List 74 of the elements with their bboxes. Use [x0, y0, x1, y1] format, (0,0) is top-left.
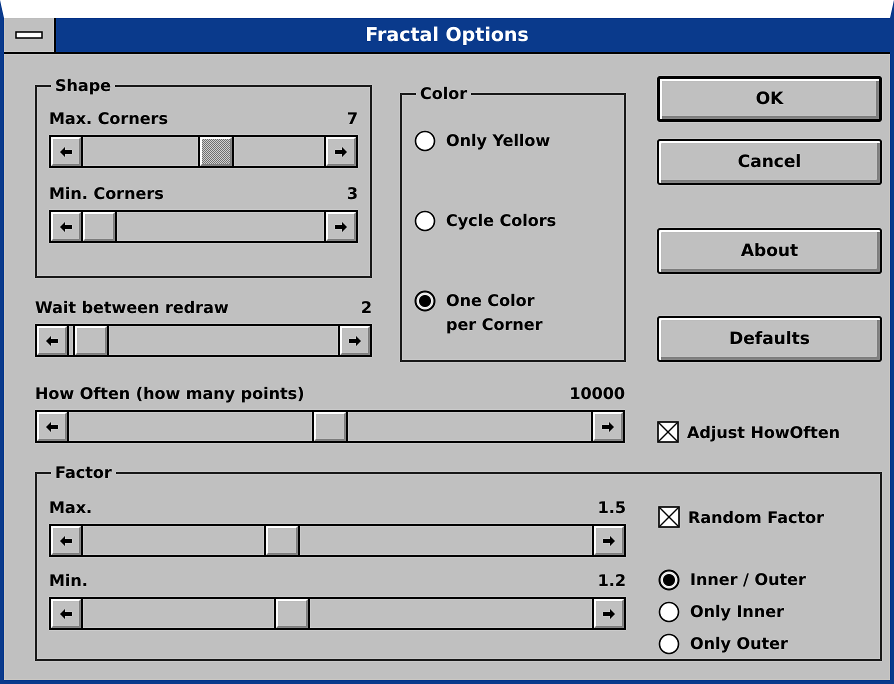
- push-button[interactable]: OK: [657, 76, 882, 122]
- slider-label: Min. Corners: [49, 184, 164, 202]
- slider-value: 7: [346, 108, 358, 128]
- slider-bar[interactable]: [35, 324, 372, 357]
- slider-bar[interactable]: [49, 135, 358, 168]
- radio-button[interactable]: [414, 210, 436, 232]
- checkbox[interactable]: [657, 421, 679, 443]
- slider-thumb[interactable]: [200, 137, 232, 166]
- increment-button[interactable]: [594, 599, 624, 628]
- radio-option[interactable]: Only Yellow: [414, 129, 612, 153]
- push-button[interactable]: Defaults: [657, 316, 882, 362]
- left-arrow-icon: [60, 608, 72, 618]
- slider-value: 2: [360, 298, 372, 316]
- decrement-button[interactable]: [51, 526, 81, 555]
- slider-value: 1.2: [598, 570, 626, 590]
- radio-button[interactable]: [414, 130, 436, 152]
- left-arrow-icon: [60, 146, 72, 156]
- checkbox-option[interactable]: Adjust HowOften: [657, 421, 840, 443]
- decrement-button[interactable]: [37, 412, 67, 441]
- slider-bar[interactable]: [49, 524, 626, 557]
- left-arrow-icon: [60, 536, 72, 546]
- right-arrow-icon: [335, 222, 347, 232]
- slider-value: 1.5: [598, 498, 626, 516]
- slider-thumb[interactable]: [276, 599, 308, 628]
- slider-bar[interactable]: [49, 597, 626, 630]
- slider-thumb[interactable]: [83, 212, 115, 241]
- increment-button[interactable]: [593, 412, 623, 441]
- decrement-button[interactable]: [51, 599, 81, 628]
- right-arrow-icon: [602, 422, 614, 432]
- left-arrow-icon: [46, 422, 58, 432]
- increment-button[interactable]: [326, 137, 356, 166]
- push-button[interactable]: About: [657, 228, 882, 274]
- slider-label: Max. Corners: [49, 108, 168, 128]
- slider-thumb[interactable]: [314, 412, 346, 441]
- radio-option[interactable]: Cycle Colors: [414, 209, 612, 233]
- checkbox[interactable]: [658, 506, 680, 528]
- decrement-button[interactable]: [51, 212, 81, 241]
- group-label: Color: [419, 84, 468, 103]
- left-arrow-icon: [46, 336, 58, 346]
- increment-button[interactable]: [326, 212, 356, 241]
- slider-label: Min.: [49, 570, 88, 590]
- slider-bar[interactable]: [35, 410, 625, 443]
- right-arrow-icon: [603, 536, 615, 546]
- right-arrow-icon: [335, 146, 347, 156]
- slider-value: 10000: [569, 384, 625, 402]
- right-arrow-icon: [349, 336, 361, 346]
- radio-option[interactable]: Only Inner: [658, 600, 824, 624]
- radio-option[interactable]: One Color per Corner: [414, 289, 612, 337]
- slider-label: Wait between redraw: [35, 298, 229, 316]
- slider-bar[interactable]: [49, 210, 358, 243]
- radio-button[interactable]: [658, 569, 680, 591]
- increment-button[interactable]: [594, 526, 624, 555]
- radio-button[interactable]: [658, 601, 680, 623]
- left-arrow-icon: [60, 222, 72, 232]
- checkbox-option[interactable]: Random Factor: [658, 506, 824, 528]
- group-label: Shape: [54, 76, 112, 95]
- slider-value: 3: [346, 184, 358, 202]
- radio-option[interactable]: Inner / Outer: [658, 568, 824, 592]
- radio-button[interactable]: [414, 290, 436, 312]
- slider-thumb[interactable]: [266, 526, 298, 555]
- decrement-button[interactable]: [37, 326, 67, 355]
- radio-button[interactable]: [658, 633, 680, 655]
- slider-label: How Often (how many points): [35, 384, 304, 402]
- radio-option[interactable]: Only Outer: [658, 632, 824, 656]
- minus-icon: [15, 31, 43, 39]
- slider-label: Max.: [49, 498, 92, 516]
- push-button[interactable]: Cancel: [657, 139, 882, 185]
- decrement-button[interactable]: [51, 137, 81, 166]
- system-menu-button[interactable]: [4, 18, 56, 52]
- slider-thumb[interactable]: [74, 326, 107, 355]
- window-title: Fractal Options: [364, 23, 530, 48]
- increment-button[interactable]: [340, 326, 370, 355]
- right-arrow-icon: [603, 608, 615, 618]
- group-label: Factor: [54, 463, 113, 482]
